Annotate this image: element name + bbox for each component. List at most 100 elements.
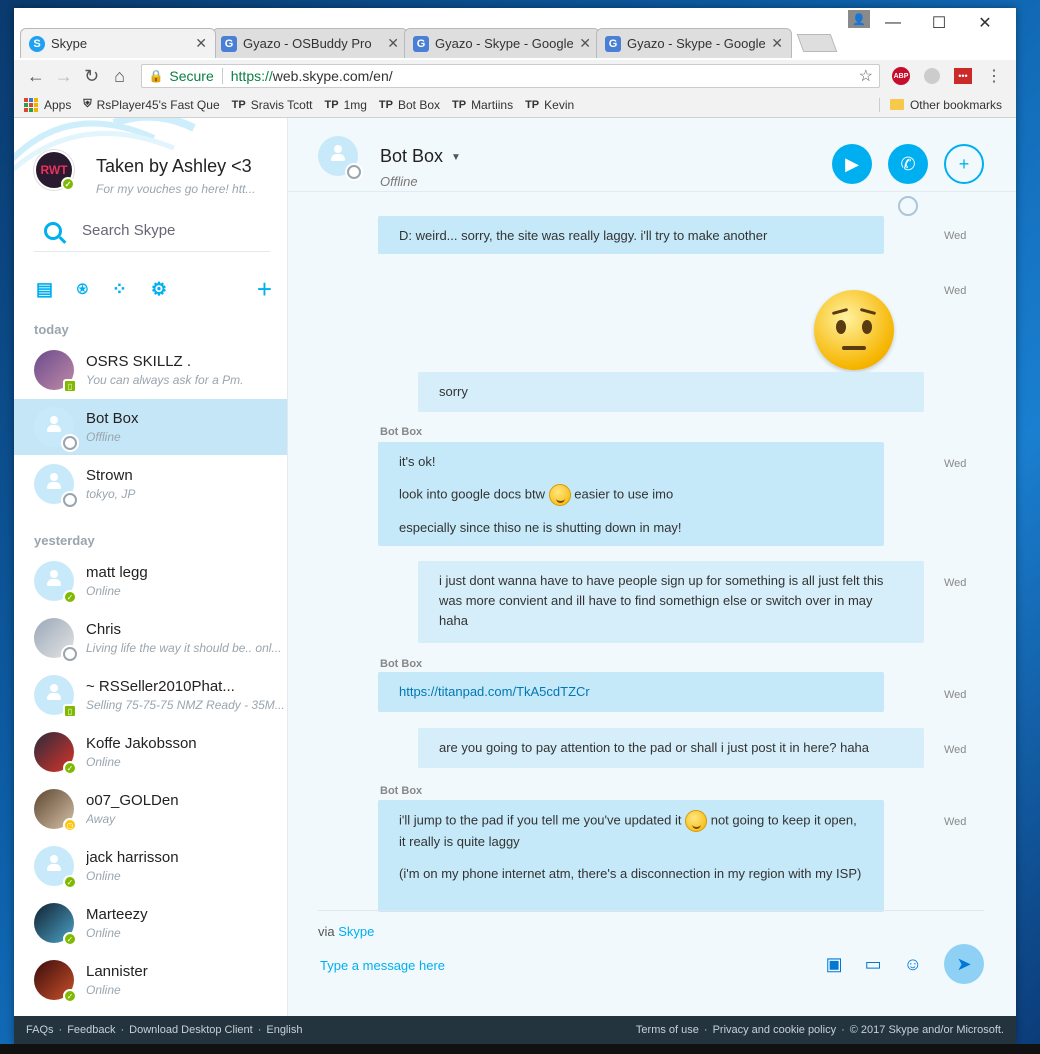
bookmark-martiins[interactable]: TP Martiins: [452, 98, 513, 112]
contact-item[interactable]: ✓ matt legg Online: [14, 553, 287, 609]
contact-item[interactable]: ✓ Marteezy Online: [14, 895, 287, 951]
close-window-icon[interactable]: ✕: [962, 8, 1008, 38]
emoticon-icon[interactable]: ☺: [904, 954, 922, 975]
video-call-button[interactable]: ▶: [832, 144, 872, 184]
chat-avatar[interactable]: [318, 136, 361, 179]
avatar: ✓: [34, 846, 77, 889]
footer-faqs-link[interactable]: FAQs: [26, 1024, 54, 1036]
mobile-status-icon: ▯: [63, 704, 77, 718]
other-bookmarks-label: Other bookmarks: [909, 97, 1002, 112]
contact-item-selected[interactable]: Bot Box Offline: [14, 399, 287, 455]
chat-header: Bot Box ▼ Offline ▶ ✆ +: [288, 118, 1016, 192]
add-icon[interactable]: +: [257, 274, 272, 305]
contact-name: Lannister: [86, 963, 148, 980]
message-bubble[interactable]: it's ok! look into google docs btw easie…: [378, 442, 884, 546]
home-icon[interactable]: ⌂: [106, 66, 134, 87]
minimize-icon[interactable]: —: [870, 8, 916, 38]
new-tab-button[interactable]: [796, 34, 838, 52]
profile-header[interactable]: RWT ✓ Taken by Ashley <3 For my vouches …: [34, 150, 255, 196]
message-bubble[interactable]: D: weird... sorry, the site was really l…: [378, 216, 884, 254]
search-input[interactable]: Search Skype: [82, 222, 175, 239]
chat-title[interactable]: Bot Box ▼: [380, 146, 461, 167]
bookmark-botbox[interactable]: TP Bot Box: [379, 98, 440, 112]
back-icon[interactable]: ←: [22, 66, 50, 87]
lastpass-icon[interactable]: •••: [953, 68, 972, 84]
bookmark-apps[interactable]: Apps: [24, 97, 72, 112]
message-bubble[interactable]: are you going to pay attention to the pa…: [418, 728, 924, 768]
ghostery-icon[interactable]: [923, 68, 940, 84]
message-bubble[interactable]: i just dont wanna have to have people si…: [418, 561, 924, 643]
profile-name: Taken by Ashley <3: [96, 156, 252, 176]
search-box[interactable]: Search Skype: [34, 210, 270, 252]
tab-gyazo-osbuddy[interactable]: G Gyazo - OSBuddy Pro ✕: [212, 28, 408, 58]
adblock-icon[interactable]: ABP: [891, 67, 910, 85]
contact-item[interactable]: ▯ OSRS SKILLZ . You can always ask for a …: [14, 342, 287, 398]
contacts-icon[interactable]: ▤: [36, 279, 53, 300]
footer-privacy-link[interactable]: Privacy and cookie policy: [713, 1024, 837, 1036]
send-button[interactable]: ➤: [944, 944, 984, 984]
contact-name: o07_GOLDen: [86, 792, 179, 809]
add-people-button[interactable]: +: [944, 144, 984, 184]
contact-item[interactable]: ✓ Lannister Online: [14, 952, 287, 1008]
contact-item[interactable]: ✓ Koffe Jakobsson Online: [14, 724, 287, 780]
avatar[interactable]: RWT ✓: [34, 150, 75, 191]
tab-gyazo-skype-2[interactable]: G Gyazo - Skype - Google ( ✕: [596, 28, 792, 58]
reload-icon[interactable]: ↻: [78, 66, 106, 87]
message-bubble[interactable]: sorry: [418, 372, 924, 412]
forward-icon[interactable]: →: [50, 66, 78, 87]
message-input[interactable]: Type a message here: [320, 958, 445, 973]
tab-strip: S Skype ✕ G Gyazo - OSBuddy Pro ✕ G Gyaz…: [20, 28, 838, 58]
message-text: easier to use imo: [574, 486, 674, 502]
bookmark-kevin[interactable]: TP Kevin: [525, 98, 574, 112]
via-label: via Skype: [318, 924, 984, 939]
contact-item[interactable]: Strown tokyo, JP: [14, 456, 287, 512]
dialpad-icon[interactable]: ⁘: [112, 279, 127, 300]
message-link[interactable]: https://titanpad.com/TkA5cdTZCr: [399, 684, 590, 699]
other-bookmarks[interactable]: Other bookmarks: [878, 97, 1002, 112]
bookmark-label: Apps: [44, 97, 72, 112]
contact-mood: Offline: [86, 430, 121, 444]
close-icon[interactable]: ✕: [387, 35, 399, 52]
contact-item[interactable]: ◷ o07_GOLDen Away: [14, 781, 287, 837]
message-bubble[interactable]: https://titanpad.com/TkA5cdTZCr: [378, 672, 884, 712]
address-bar[interactable]: 🔒 Secure https:// web.skype.com/en/ ☆: [141, 64, 880, 88]
message-bubble[interactable]: i'll jump to the pad if you tell me you'…: [378, 800, 884, 912]
footer-terms-link[interactable]: Terms of use: [636, 1024, 699, 1036]
menu-icon[interactable]: ⋮: [986, 66, 1002, 86]
lock-icon: 🔒: [148, 69, 164, 83]
close-icon[interactable]: ✕: [195, 35, 207, 52]
url-scheme: https://: [230, 68, 273, 84]
contact-item[interactable]: Chris Living life the way it should be.. …: [14, 610, 287, 666]
audio-call-button[interactable]: ✆: [888, 144, 928, 184]
call-buttons: ▶ ✆ +: [816, 144, 984, 184]
bookmark-sravis[interactable]: TP Sravis Tcott: [232, 98, 313, 112]
bookmark-rsplayer[interactable]: ⛨ RsPlayer45's Fast Que: [83, 98, 219, 112]
bookmark-1mg[interactable]: TP 1mg: [325, 98, 367, 112]
image-icon[interactable]: ▣: [826, 954, 843, 975]
contact-name: Bot Box: [86, 410, 139, 427]
close-icon[interactable]: ✕: [579, 35, 591, 52]
footer-download-link[interactable]: Download Desktop Client: [129, 1024, 253, 1036]
via-skype-link[interactable]: Skype: [338, 924, 374, 939]
url-host: web.skype.com/en/: [272, 68, 393, 84]
tp-icon: TP: [525, 98, 540, 111]
bookmark-star-icon[interactable]: ☆: [859, 66, 873, 86]
message-time: Wed: [944, 689, 967, 701]
maximize-icon[interactable]: ☐: [916, 8, 962, 38]
footer-language-link[interactable]: English: [266, 1024, 302, 1036]
contact-item[interactable]: ✓ jack harrisson Online: [14, 838, 287, 894]
close-icon[interactable]: ✕: [771, 35, 783, 52]
tab-gyazo-skype-1[interactable]: G Gyazo - Skype - Google ( ✕: [404, 28, 600, 58]
chevron-down-icon[interactable]: ▼: [451, 152, 461, 163]
contact-card-icon[interactable]: ▭: [865, 954, 882, 975]
message-time: Wed: [944, 285, 967, 297]
bookmarks-bar: Apps ⛨ RsPlayer45's Fast Que TP Sravis T…: [14, 92, 1016, 118]
profile-icon[interactable]: 👤: [848, 10, 870, 28]
contact-item[interactable]: ▯ ~ RSSeller2010Phat... Selling 75-75-75 …: [14, 667, 287, 723]
footer-feedback-link[interactable]: Feedback: [67, 1024, 115, 1036]
tab-skype[interactable]: S Skype ✕: [20, 28, 216, 58]
online-status-icon: ✓: [63, 590, 77, 604]
settings-icon[interactable]: ⚙: [151, 279, 167, 300]
avatar: [318, 136, 361, 179]
bots-icon[interactable]: ⍟: [77, 279, 88, 300]
